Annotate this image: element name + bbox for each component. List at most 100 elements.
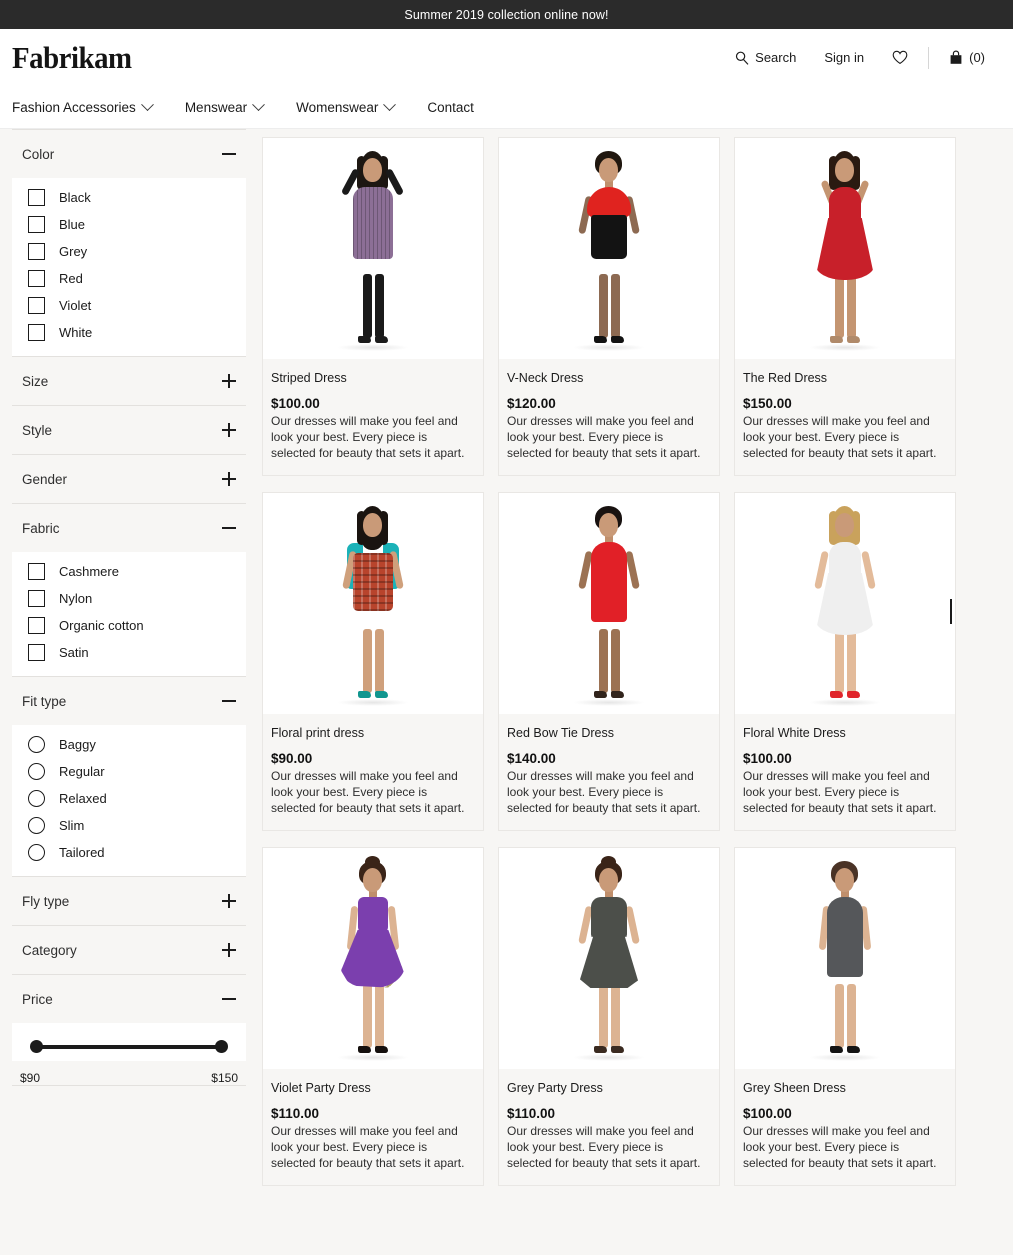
filter-option-tailored[interactable]: Tailored [12,839,246,866]
checkbox-icon[interactable] [28,243,45,260]
product-image[interactable] [735,138,955,359]
filter-header-color[interactable]: Color [12,130,246,178]
plus-icon[interactable] [222,374,236,388]
product-card[interactable]: Striped Dress$100.00Our dresses will mak… [262,137,484,476]
filter-option-blue[interactable]: Blue [12,211,246,238]
filter-option-slim[interactable]: Slim [12,812,246,839]
minus-icon[interactable] [222,147,236,161]
plus-icon[interactable] [222,894,236,908]
filter-option-label: Slim [59,818,84,833]
product-image[interactable] [735,493,955,714]
product-info: Floral print dress$90.00Our dresses will… [263,714,483,830]
site-logo[interactable]: Fabrikam [12,42,132,73]
product-info: The Red Dress$150.00Our dresses will mak… [735,359,955,475]
checkbox-icon[interactable] [28,216,45,233]
filter-header-price[interactable]: Price [12,975,246,1023]
product-image[interactable] [263,493,483,714]
slider-handle-max[interactable] [215,1040,228,1053]
radio-icon[interactable] [28,844,45,861]
product-image[interactable] [499,848,719,1069]
filter-option-satin[interactable]: Satin [12,639,246,666]
nav-item-contact[interactable]: Contact [427,100,474,115]
product-card[interactable]: Floral print dress$90.00Our dresses will… [262,492,484,831]
product-name: Grey Party Dress [507,1081,711,1095]
filter-option-white[interactable]: White [12,319,246,346]
radio-icon[interactable] [28,763,45,780]
checkbox-icon[interactable] [28,563,45,580]
header-divider [928,47,929,69]
wishlist-button[interactable] [878,44,922,71]
product-image[interactable] [263,848,483,1069]
product-price: $110.00 [507,1106,711,1121]
filter-option-nylon[interactable]: Nylon [12,585,246,612]
filter-options: BaggyRegularRelaxed Slim Tailored [12,725,246,876]
product-image[interactable] [263,138,483,359]
cart-count: (0) [969,50,985,65]
checkbox-icon[interactable] [28,644,45,661]
checkbox-icon[interactable] [28,617,45,634]
product-image[interactable] [499,138,719,359]
product-image[interactable] [499,493,719,714]
figure-shoe-right [847,336,860,343]
checkbox-icon[interactable] [28,297,45,314]
cart-button[interactable]: (0) [935,44,999,71]
checkbox-icon[interactable] [28,590,45,607]
product-card[interactable]: Grey Sheen Dress$100.00Our dresses will … [734,847,956,1186]
product-description: Our dresses will make you feel and look … [271,413,475,461]
checkbox-icon[interactable] [28,324,45,341]
radio-icon[interactable] [28,790,45,807]
radio-icon[interactable] [28,817,45,834]
announcement-text: Summer 2019 collection online now! [404,8,608,22]
nav-item-menswear[interactable]: Menswear [185,100,263,115]
nav-item-fashion-accessories[interactable]: Fashion Accessories [12,100,152,115]
filter-option-grey[interactable]: Grey [12,238,246,265]
filter-option-black[interactable]: Black [12,184,246,211]
figure-dress-bodice [829,542,861,576]
radio-icon[interactable] [28,736,45,753]
filter-option-cashmere[interactable]: Cashmere [12,558,246,585]
plus-icon[interactable] [222,472,236,486]
minus-icon[interactable] [222,992,236,1006]
checkbox-icon[interactable] [28,189,45,206]
nav-item-womenswear[interactable]: Womenswear [296,100,394,115]
product-card[interactable]: V-Neck Dress$120.00Our dresses will make… [498,137,720,476]
filter-option-label: Violet [59,298,91,313]
filter-header-fabric[interactable]: Fabric [12,504,246,552]
chevron-down-icon [252,98,265,111]
price-range-slider[interactable] [30,1039,228,1055]
figure-shadow [337,344,409,351]
product-card[interactable]: Red Bow Tie Dress$140.00Our dresses will… [498,492,720,831]
product-card[interactable]: Grey Party Dress$110.00Our dresses will … [498,847,720,1186]
figure-arm-right [625,551,640,590]
product-card[interactable]: Floral White Dress$100.00Our dresses wil… [734,492,956,831]
filter-option-regular[interactable]: Regular [12,758,246,785]
filter-option-baggy[interactable]: Baggy [12,731,246,758]
filter-option-violet[interactable]: Violet [12,292,246,319]
filter-section-gender: Gender [12,455,246,504]
filter-header-fly-type[interactable]: Fly type [12,877,246,925]
checkbox-icon[interactable] [28,270,45,287]
plus-icon[interactable] [222,423,236,437]
plus-icon[interactable] [222,943,236,957]
figure-leg-left [599,984,608,1048]
signin-button[interactable]: Sign in [810,44,878,71]
product-image[interactable] [735,848,955,1069]
filter-option-organic-cotton[interactable]: Organic cotton [12,612,246,639]
filter-header-size[interactable]: Size [12,357,246,405]
filter-option-relaxed[interactable]: Relaxed [12,785,246,812]
slider-handle-min[interactable] [30,1040,43,1053]
filter-header-fit-type[interactable]: Fit type [12,677,246,725]
filter-options: BlackBlue Grey Red Violet White [12,178,246,356]
price-filter-body: $90$150 [12,1023,246,1085]
product-card[interactable]: Violet Party Dress$110.00Our dresses wil… [262,847,484,1186]
product-card[interactable]: The Red Dress$150.00Our dresses will mak… [734,137,956,476]
filter-option-label: Grey [59,244,87,259]
search-button[interactable]: Search [721,44,810,71]
minus-icon[interactable] [222,694,236,708]
filter-header-category[interactable]: Category [12,926,246,974]
filter-option-red[interactable]: Red [12,265,246,292]
minus-icon[interactable] [222,521,236,535]
product-info: V-Neck Dress$120.00Our dresses will make… [499,359,719,475]
filter-header-gender[interactable]: Gender [12,455,246,503]
filter-header-style[interactable]: Style [12,406,246,454]
